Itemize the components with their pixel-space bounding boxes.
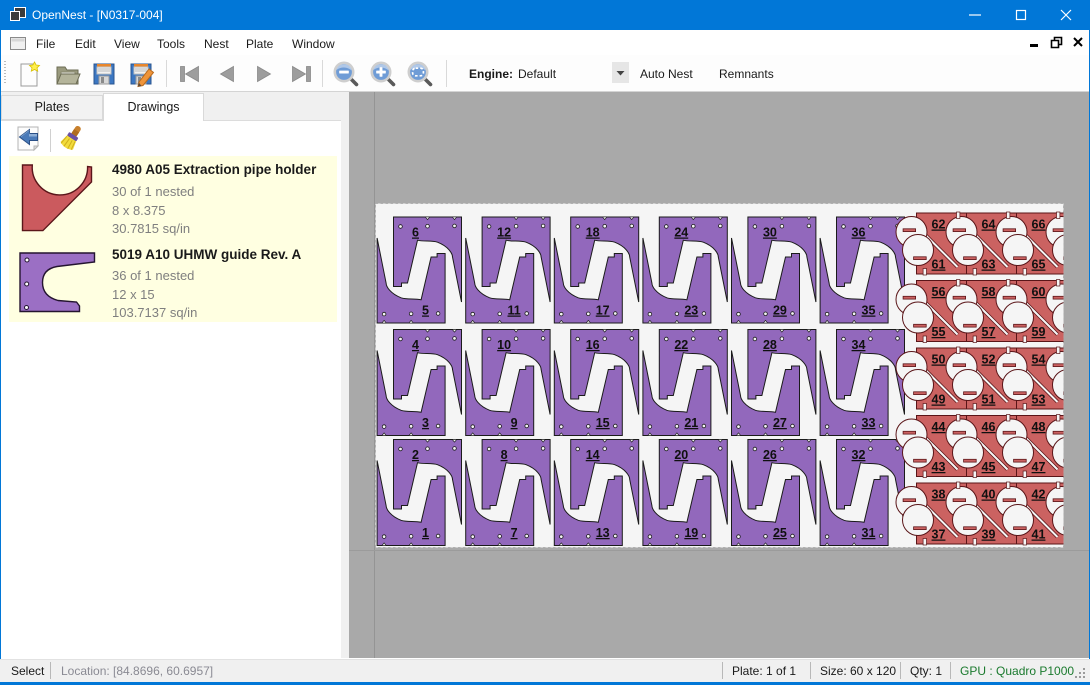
svg-text:47: 47 (1032, 460, 1046, 474)
svg-text:15: 15 (596, 416, 610, 430)
svg-text:66: 66 (1032, 218, 1046, 232)
svg-text:2: 2 (412, 448, 419, 462)
svg-text:13: 13 (596, 526, 610, 540)
svg-text:54: 54 (1032, 353, 1046, 367)
svg-text:35: 35 (862, 304, 876, 318)
svg-text:59: 59 (1032, 325, 1046, 339)
svg-text:43: 43 (932, 460, 946, 474)
svg-text:44: 44 (932, 420, 946, 434)
svg-text:46: 46 (982, 420, 996, 434)
svg-text:34: 34 (852, 338, 866, 352)
svg-text:45: 45 (982, 460, 996, 474)
svg-text:17: 17 (596, 304, 610, 318)
svg-text:1: 1 (422, 526, 429, 540)
svg-text:37: 37 (932, 528, 946, 542)
svg-text:7: 7 (511, 526, 518, 540)
svg-text:4: 4 (412, 338, 419, 352)
svg-text:48: 48 (1032, 420, 1046, 434)
svg-text:5: 5 (422, 304, 429, 318)
svg-text:18: 18 (586, 226, 600, 240)
svg-text:11: 11 (507, 304, 520, 318)
svg-text:12: 12 (497, 226, 511, 240)
svg-text:21: 21 (684, 416, 698, 430)
svg-text:16: 16 (586, 338, 600, 352)
svg-text:36: 36 (852, 226, 866, 240)
svg-text:29: 29 (773, 304, 787, 318)
svg-text:20: 20 (674, 448, 688, 462)
svg-text:32: 32 (852, 448, 866, 462)
svg-text:61: 61 (932, 258, 946, 272)
svg-text:25: 25 (773, 526, 787, 540)
svg-text:3: 3 (422, 416, 429, 430)
svg-text:39: 39 (982, 528, 996, 542)
svg-text:55: 55 (932, 325, 946, 339)
svg-text:49: 49 (932, 393, 946, 407)
svg-text:19: 19 (684, 526, 698, 540)
svg-text:6: 6 (412, 226, 419, 240)
svg-text:27: 27 (773, 416, 787, 430)
svg-text:40: 40 (982, 488, 996, 502)
svg-text:57: 57 (982, 325, 996, 339)
svg-text:65: 65 (1032, 258, 1046, 272)
svg-text:51: 51 (982, 393, 996, 407)
svg-text:9: 9 (511, 416, 518, 430)
svg-text:56: 56 (932, 285, 946, 299)
svg-text:62: 62 (932, 218, 946, 232)
svg-text:14: 14 (586, 448, 600, 462)
svg-text:50: 50 (932, 353, 946, 367)
svg-text:58: 58 (982, 285, 996, 299)
svg-text:60: 60 (1032, 285, 1046, 299)
svg-text:22: 22 (674, 338, 688, 352)
svg-text:42: 42 (1032, 488, 1046, 502)
svg-text:33: 33 (862, 416, 876, 430)
svg-text:38: 38 (932, 488, 946, 502)
svg-text:23: 23 (684, 304, 698, 318)
svg-text:41: 41 (1032, 528, 1046, 542)
svg-text:10: 10 (497, 338, 511, 352)
svg-text:26: 26 (763, 448, 777, 462)
svg-text:30: 30 (763, 226, 777, 240)
svg-text:64: 64 (982, 218, 996, 232)
svg-text:24: 24 (674, 226, 688, 240)
svg-text:52: 52 (982, 353, 996, 367)
svg-text:63: 63 (982, 258, 996, 272)
svg-text:53: 53 (1032, 393, 1046, 407)
svg-text:28: 28 (763, 338, 777, 352)
svg-text:8: 8 (501, 448, 508, 462)
svg-text:31: 31 (862, 526, 876, 540)
